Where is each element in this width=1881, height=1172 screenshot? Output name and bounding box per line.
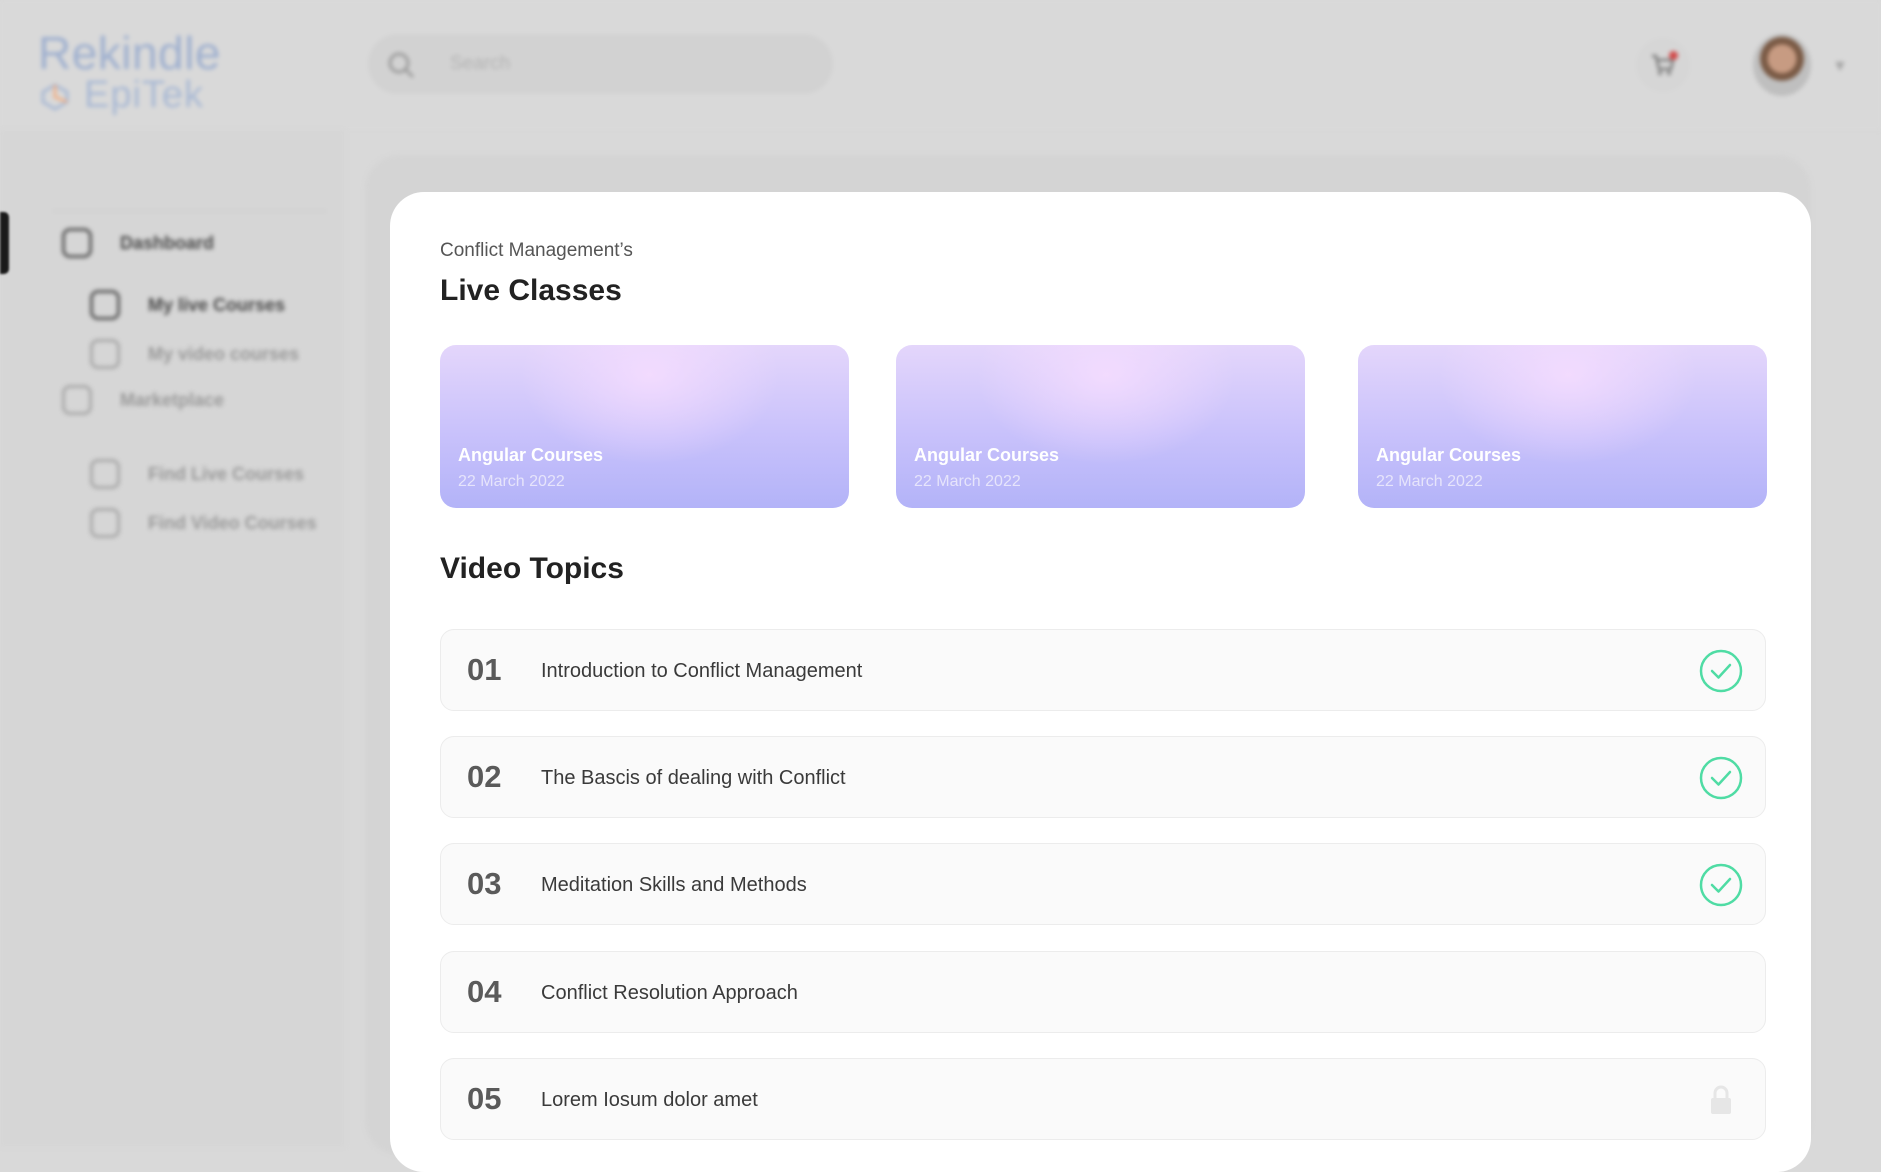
- sidebar: [0, 130, 345, 1147]
- topic-row[interactable]: 03 Meditation Skills and Methods: [440, 843, 1766, 925]
- video-topics-heading: Video Topics: [440, 552, 624, 585]
- topic-title: Lorem Iosum dolor amet: [541, 1089, 758, 1111]
- topic-row[interactable]: 02 The Bascis of dealing with Conflict: [440, 736, 1766, 818]
- topic-number: 05: [467, 1081, 502, 1116]
- search-bar[interactable]: Search: [368, 34, 833, 94]
- brand-line2: EpiTek: [84, 74, 205, 116]
- play-icon: [90, 508, 120, 538]
- sidebar-item-label: Find Video Courses: [148, 512, 317, 533]
- live-class-title: Angular Courses: [458, 445, 604, 465]
- brand-line1: Rekindle: [38, 27, 221, 79]
- sidebar-item-label: My live Courses: [148, 294, 286, 315]
- topic-title: Introduction to Conflict Management: [541, 660, 863, 682]
- play-icon: [90, 339, 120, 369]
- live-class-card[interactable]: Angular Courses 22 March 2022: [440, 345, 849, 508]
- topic-row[interactable]: 04 Conflict Resolution Approach: [440, 951, 1766, 1033]
- sidebar-item-my-video-courses[interactable]: My video courses: [90, 339, 299, 369]
- logo-mark-icon: [41, 83, 69, 111]
- topic-row[interactable]: 05 Lorem Iosum dolor amet: [440, 1058, 1766, 1140]
- sidebar-divider: [52, 210, 327, 212]
- topic-number: 01: [467, 652, 502, 687]
- search-input[interactable]: Search: [450, 53, 510, 75]
- topic-number: 02: [467, 759, 502, 794]
- course-detail-card: Conflict Management’s Live Classes Angul…: [390, 192, 1811, 1172]
- live-class-card[interactable]: Angular Courses 22 March 2022: [1358, 345, 1767, 508]
- cart-badge: [1669, 51, 1678, 60]
- sidebar-item-my-live-courses[interactable]: My live Courses: [90, 290, 285, 320]
- sidebar-item-find-live-courses[interactable]: Find Live Courses: [90, 459, 304, 489]
- sidebar-item-marketplace[interactable]: Marketplace: [62, 385, 224, 415]
- cart-button[interactable]: [1636, 38, 1690, 92]
- topic-number: 03: [467, 866, 502, 901]
- chevron-down-icon[interactable]: ▼: [1832, 58, 1848, 76]
- live-class-title: Angular Courses: [914, 445, 1060, 465]
- live-class-date: 22 March 2022: [458, 473, 565, 490]
- live-class-card[interactable]: Angular Courses 22 March 2022: [896, 345, 1305, 508]
- topic-title: Conflict Resolution Approach: [541, 982, 798, 1004]
- live-class-date: 22 March 2022: [914, 473, 1021, 490]
- check-circle-icon: [1699, 863, 1743, 907]
- sidebar-item-find-video-courses[interactable]: Find Video Courses: [90, 508, 317, 538]
- sidebar-item-label: Dashboard: [120, 232, 215, 253]
- live-class-title: Angular Courses: [1376, 445, 1522, 465]
- live-icon: [90, 290, 120, 320]
- live-class-date: 22 March 2022: [1376, 473, 1483, 490]
- dashboard-icon: [62, 228, 92, 258]
- topic-title: The Bascis of dealing with Conflict: [541, 767, 846, 789]
- top-bar: Rekindle EpiTek Search ▼: [0, 0, 1881, 130]
- active-indicator: [0, 212, 9, 274]
- brand-logo[interactable]: Rekindle EpiTek: [38, 26, 228, 121]
- page-title: Live Classes: [440, 274, 622, 307]
- check-circle-icon: [1699, 756, 1743, 800]
- lock-icon: [1711, 1085, 1731, 1114]
- sidebar-item-label: My video courses: [148, 343, 300, 364]
- avatar[interactable]: [1753, 34, 1811, 96]
- search-icon: [388, 52, 415, 79]
- market-icon: [62, 385, 92, 415]
- sidebar-item-label: Marketplace: [120, 389, 225, 410]
- course-subtitle: Conflict Management’s: [440, 240, 633, 261]
- topic-row[interactable]: 01 Introduction to Conflict Management: [440, 629, 1766, 711]
- check-circle-icon: [1699, 649, 1743, 693]
- live-icon: [90, 459, 120, 489]
- sidebar-item-label: Find Live Courses: [148, 463, 305, 484]
- topic-number: 04: [467, 974, 502, 1009]
- topic-title: Meditation Skills and Methods: [541, 874, 807, 896]
- sidebar-item-dashboard[interactable]: Dashboard: [62, 228, 214, 258]
